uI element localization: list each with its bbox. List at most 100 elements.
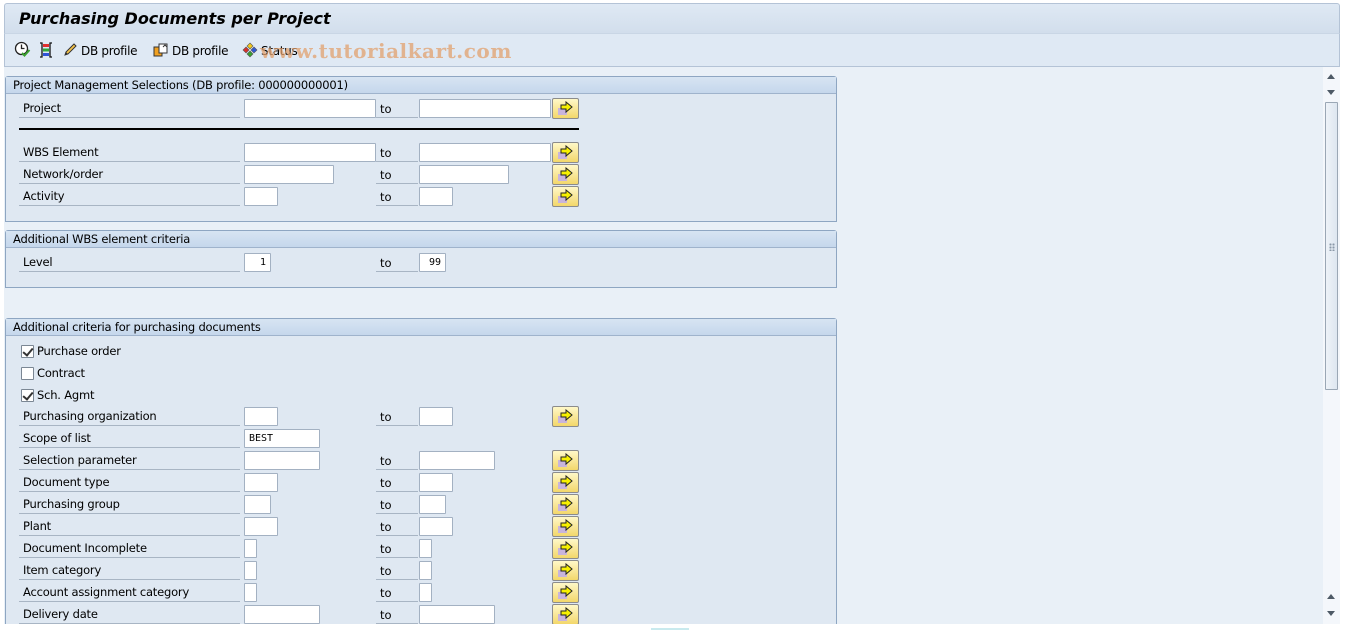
network-order-from-input[interactable] bbox=[244, 165, 334, 184]
purchasing-organization-from-input[interactable] bbox=[244, 407, 278, 426]
multiple-selection-button[interactable] bbox=[552, 494, 579, 515]
wbs-criteria-group: Additional WBS element criteria Level to bbox=[5, 230, 837, 288]
activity-row: Activity to bbox=[6, 186, 836, 207]
to-label: to bbox=[376, 517, 418, 536]
delivery-date-row: Delivery date to bbox=[6, 604, 836, 624]
account-assignment-category-row: Account assignment category to bbox=[6, 582, 836, 603]
separator-line bbox=[19, 128, 579, 130]
purchasing-group-to-input[interactable] bbox=[419, 495, 446, 514]
scrollbar-thumb[interactable] bbox=[1325, 102, 1338, 390]
activity-to-input[interactable] bbox=[419, 187, 453, 206]
to-label: to bbox=[376, 473, 418, 492]
multiple-selection-button[interactable] bbox=[552, 582, 579, 603]
delivery-date-to-input[interactable] bbox=[419, 605, 495, 624]
status-icon bbox=[242, 42, 258, 61]
scroll-down-icon[interactable] bbox=[1325, 85, 1338, 99]
field-label: Plant bbox=[19, 517, 240, 536]
checkbox-label: Sch. Agmt bbox=[37, 388, 95, 402]
purchasing-group-from-input[interactable] bbox=[244, 495, 271, 514]
document-type-from-input[interactable] bbox=[244, 473, 278, 492]
plant-to-input[interactable] bbox=[419, 517, 453, 536]
multiple-selection-button[interactable] bbox=[552, 142, 579, 163]
purchasing-organization-row: Purchasing organization to bbox=[6, 406, 836, 427]
wbs-element-to-input[interactable] bbox=[419, 143, 551, 162]
to-label: to bbox=[376, 99, 418, 118]
selection-options-icon bbox=[38, 41, 54, 61]
multiple-selection-button[interactable] bbox=[552, 186, 579, 207]
scope-of-list-row: Scope of list bbox=[6, 429, 836, 449]
item-category-row: Item category to bbox=[6, 560, 836, 581]
group-title: Additional criteria for purchasing docum… bbox=[6, 319, 836, 336]
field-label: Account assignment category bbox=[19, 583, 240, 602]
project-row: Project to bbox=[6, 98, 836, 119]
vertical-scrollbar[interactable] bbox=[1323, 67, 1340, 624]
account-assignment-category-to-input[interactable] bbox=[419, 583, 432, 602]
scroll-page-down-icon[interactable] bbox=[1325, 606, 1338, 620]
status-button[interactable]: Status bbox=[242, 42, 298, 61]
watermark-text: www.tutorialkart.com bbox=[260, 39, 512, 63]
multiple-selection-button[interactable] bbox=[552, 164, 579, 185]
arrow-right-icon bbox=[558, 101, 573, 115]
selection-options-button[interactable] bbox=[38, 41, 54, 61]
checkbox-label: Purchase order bbox=[37, 344, 121, 358]
multiple-selection-button[interactable] bbox=[552, 98, 579, 119]
delivery-date-from-input[interactable] bbox=[244, 605, 320, 624]
network-order-row: Network/order to bbox=[6, 164, 836, 185]
arrow-right-icon bbox=[558, 475, 573, 489]
scope-of-list-input[interactable] bbox=[244, 429, 320, 448]
level-from-input[interactable] bbox=[244, 253, 271, 272]
purchase-order-checkbox[interactable] bbox=[21, 344, 34, 358]
field-label: Project bbox=[19, 99, 240, 118]
arrow-right-icon bbox=[558, 541, 573, 555]
sch-agmt-checkbox[interactable] bbox=[21, 388, 34, 402]
edit-db-profile-button[interactable]: DB profile bbox=[63, 42, 138, 60]
plant-from-input[interactable] bbox=[244, 517, 278, 536]
sch-agmt-checkbox-row: Sch. Agmt bbox=[21, 386, 95, 404]
multiple-selection-button[interactable] bbox=[552, 406, 579, 427]
document-incomplete-from-input[interactable] bbox=[244, 539, 257, 558]
selection-parameter-row: Selection parameter to bbox=[6, 450, 836, 471]
scroll-up-icon[interactable] bbox=[1325, 70, 1338, 84]
item-category-to-input[interactable] bbox=[419, 561, 432, 580]
arrow-right-icon bbox=[558, 563, 573, 577]
multiple-selection-button[interactable] bbox=[552, 516, 579, 537]
account-assignment-category-from-input[interactable] bbox=[244, 583, 257, 602]
copy-db-profile-button[interactable]: DB profile bbox=[153, 42, 229, 60]
copy-db-profile-label: DB profile bbox=[172, 44, 229, 58]
document-incomplete-to-input[interactable] bbox=[419, 539, 432, 558]
level-to-input[interactable] bbox=[419, 253, 446, 272]
arrow-right-icon bbox=[558, 519, 573, 533]
project-to-input[interactable] bbox=[419, 99, 551, 118]
to-label: to bbox=[376, 561, 418, 580]
execute-clock-icon bbox=[14, 41, 31, 61]
execute-button[interactable] bbox=[14, 41, 31, 61]
multiple-selection-button[interactable] bbox=[552, 472, 579, 493]
project-from-input[interactable] bbox=[244, 99, 376, 118]
selection-parameter-to-input[interactable] bbox=[419, 451, 495, 470]
multiple-selection-button[interactable] bbox=[552, 604, 579, 624]
purchasing-organization-to-input[interactable] bbox=[419, 407, 453, 426]
selection-parameter-from-input[interactable] bbox=[244, 451, 320, 470]
activity-from-input[interactable] bbox=[244, 187, 278, 206]
arrow-right-icon bbox=[558, 189, 573, 203]
network-order-to-input[interactable] bbox=[419, 165, 509, 184]
purchase-order-checkbox-row: Purchase order bbox=[21, 342, 121, 360]
item-category-from-input[interactable] bbox=[244, 561, 257, 580]
edit-db-profile-label: DB profile bbox=[81, 44, 138, 58]
field-label: Purchasing organization bbox=[19, 407, 240, 426]
multiple-selection-button[interactable] bbox=[552, 538, 579, 559]
to-label: to bbox=[376, 165, 418, 184]
wbs-element-from-input[interactable] bbox=[244, 143, 376, 162]
status-label: Status bbox=[261, 44, 298, 58]
multiple-selection-button[interactable] bbox=[552, 560, 579, 581]
multiple-selection-button[interactable] bbox=[552, 450, 579, 471]
arrow-right-icon bbox=[558, 607, 573, 621]
application-toolbar: DB profile DB profile Status www.tutoria… bbox=[4, 33, 1340, 67]
field-label: Scope of list bbox=[19, 429, 240, 448]
contract-checkbox[interactable] bbox=[21, 366, 34, 380]
document-type-to-input[interactable] bbox=[419, 473, 453, 492]
scroll-page-up-icon[interactable] bbox=[1325, 590, 1338, 604]
to-label: to bbox=[376, 605, 418, 624]
title-bar: Purchasing Documents per Project bbox=[4, 3, 1340, 33]
project-management-group: Project Management Selections (DB profil… bbox=[5, 76, 837, 222]
